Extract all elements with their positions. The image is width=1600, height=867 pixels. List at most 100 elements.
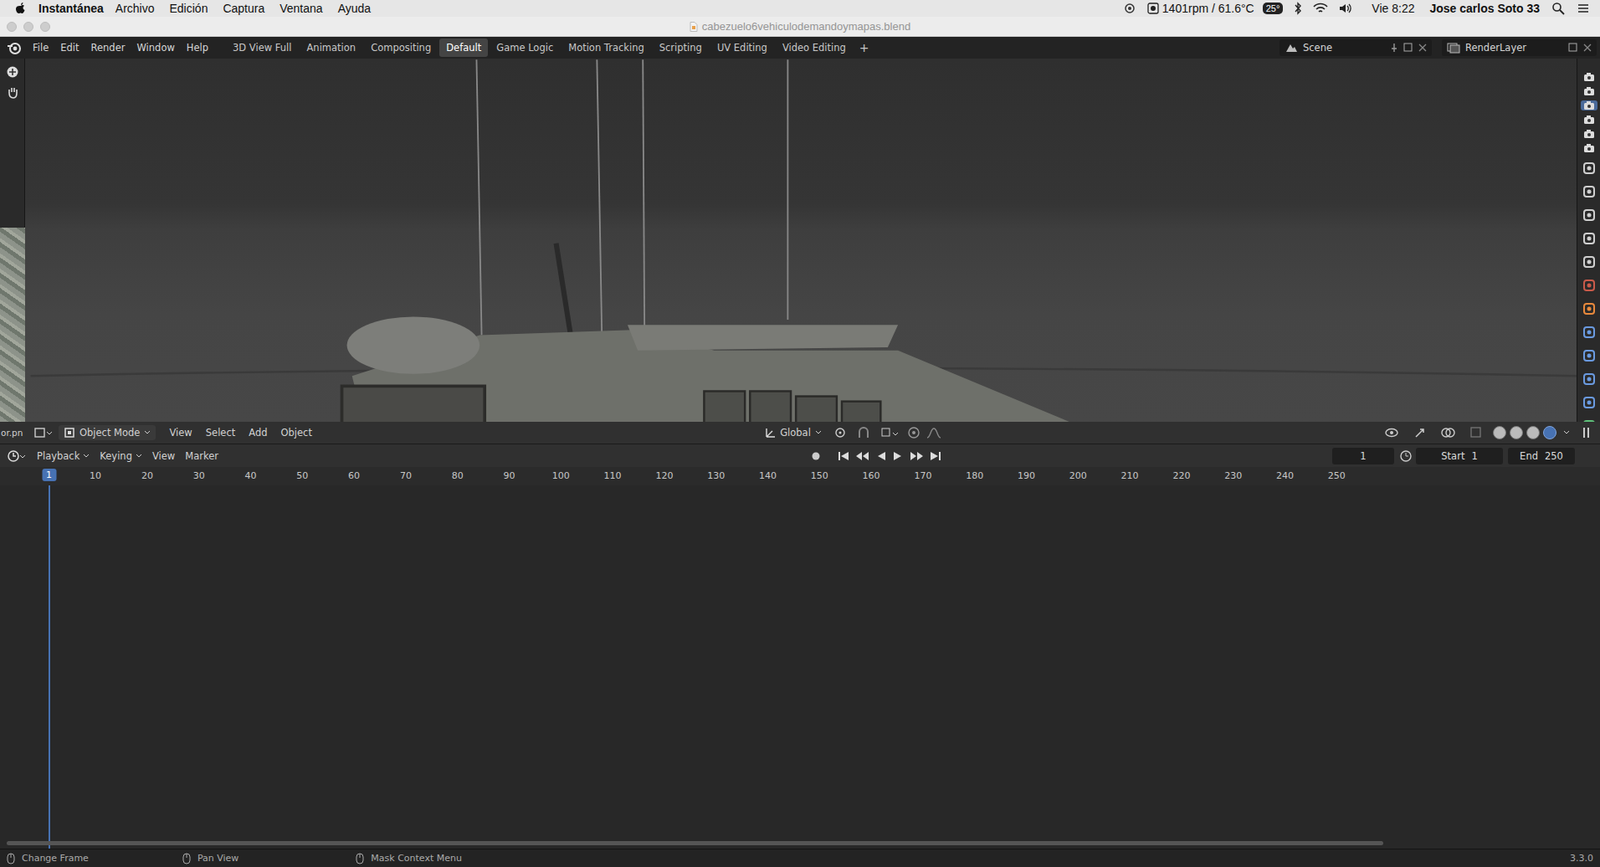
current-frame-value[interactable]: 1 [1359,450,1366,462]
volume-icon[interactable] [1338,2,1354,15]
end-value[interactable]: 250 [1544,450,1564,462]
timeline-menu-label[interactable]: Keying [99,450,133,462]
workspace-tab[interactable]: Game Logic [489,38,560,57]
timeline-menu[interactable]: View [147,448,180,464]
new-scene-icon[interactable] [1403,42,1414,53]
start-frame-field[interactable]: Start1 [1415,447,1503,465]
playhead[interactable]: 1 [41,468,57,482]
proportional-edit-icon[interactable] [907,425,921,440]
next-keyframe-icon[interactable] [908,449,924,463]
workspace-tab[interactable]: Animation [299,38,363,57]
chevron-icon[interactable] [815,430,822,436]
timeline-scrollbar[interactable] [6,841,1384,846]
workspace-tab-label[interactable]: Default [446,41,482,54]
bluetooth-icon[interactable] [1292,1,1303,16]
mac-menu-item[interactable]: Captura [222,1,265,16]
render-slot-tab[interactable] [1580,100,1598,111]
properties-tab-icon[interactable] [1582,231,1596,246]
shading-mode-button[interactable] [1543,425,1557,440]
playhead-line[interactable] [48,485,51,849]
viewport-menu-item[interactable]: Select [199,425,242,441]
mac-menu-item[interactable]: Ventana [279,1,323,16]
topbar-menu-item[interactable]: Help [180,39,215,57]
timeline-menu[interactable]: Keying [94,448,148,464]
render-slot-tab[interactable] [1580,128,1598,139]
gizmo-icon[interactable] [1412,425,1433,440]
end-frame-field[interactable]: End250 [1507,447,1575,465]
overlays-icon[interactable] [1441,425,1462,440]
preview-range-icon[interactable] [1399,449,1413,463]
chevron-icon[interactable] [143,430,151,436]
start-value[interactable]: 1 [1471,450,1477,462]
workspace-tab[interactable]: Default [439,38,488,57]
scene-name[interactable]: Scene [1302,41,1385,54]
transform-orientation[interactable]: Global [758,425,827,441]
xray-icon[interactable] [1469,425,1487,440]
mac-menu-item[interactable]: Edición [169,1,209,16]
record-icon[interactable] [806,449,826,463]
traffic-light-button[interactable] [40,21,51,32]
mac-menu-item[interactable]: Archivo [115,1,155,16]
timeline-menu[interactable]: Playback [31,448,95,464]
camera-icon[interactable] [1583,71,1595,83]
timeline-menu[interactable]: Marker [179,448,224,464]
workspace-tab-label[interactable]: UV Editing [717,41,768,54]
3d-viewport[interactable] [25,58,1577,422]
new-layer-icon[interactable] [1568,42,1579,53]
remove-scene-icon[interactable] [1418,43,1427,52]
topbar-menu-item[interactable]: File [26,39,55,57]
user-name[interactable]: Jose carlos Soto 33 [1429,1,1540,16]
shading-mode-button[interactable] [1526,425,1540,440]
axes-icon[interactable] [764,426,776,439]
timeline-ruler[interactable]: 1020304050607080901001101201301401501601… [0,466,1600,486]
temperature-badge[interactable]: 25° [1262,2,1284,15]
jump-end-icon[interactable] [928,449,943,463]
add-workspace-button[interactable]: + [852,41,877,55]
timeline-menu-label[interactable]: Marker [184,450,219,462]
topbar-menu-item[interactable]: Edit [54,39,85,57]
workspace-tab[interactable]: Motion Tracking [561,38,652,57]
app-name[interactable]: Instantánea [38,1,104,16]
workspace-tab[interactable]: 3D View Full [225,38,298,57]
viewport-menu-item[interactable]: Object [274,425,319,441]
vehicle-render[interactable] [25,58,1577,422]
properties-tab-icon[interactable] [1582,255,1596,269]
workspace-tab-label[interactable]: Compositing [370,41,431,54]
jump-start-icon[interactable] [836,449,851,463]
control-center-icon[interactable] [1576,2,1590,15]
view-layer-name[interactable]: RenderLayer [1465,41,1564,54]
clock-editor-icon[interactable] [6,449,27,463]
properties-tab-icon[interactable] [1582,325,1596,339]
render-slot-tab[interactable] [1580,71,1598,83]
viewport-menu-item[interactable]: Add [241,425,274,441]
timeline-body[interactable] [0,485,1600,849]
topbar-menu-item[interactable]: Render [85,39,132,57]
mac-menu-item[interactable]: Ayuda [338,1,371,16]
camera-icon[interactable] [1583,143,1595,154]
sidebar-toggle-icon[interactable] [1579,425,1594,440]
traffic-light-button[interactable] [23,21,34,32]
image-name[interactable]: or.pn [0,427,23,438]
render-slot-tab[interactable] [1580,86,1598,97]
chevron-icon[interactable] [82,453,90,459]
viewport-menu-item[interactable]: View [162,425,199,441]
workspace-tab-label[interactable]: Scripting [659,41,703,54]
view-layer-icon[interactable] [1446,41,1461,54]
workspace-tab-label[interactable]: Animation [306,41,356,54]
search-icon[interactable] [1551,1,1565,16]
workspace-tab[interactable]: Scripting [652,38,709,57]
pin-icon[interactable] [1389,42,1399,53]
current-frame-field[interactable]: 1 [1332,447,1395,465]
fan-status[interactable]: 1401rpm / 61.6°C [1147,1,1255,16]
workspace-tab-label[interactable]: Motion Tracking [568,41,645,54]
snap-icon[interactable] [856,425,876,440]
workspace-tab-label[interactable]: Video Editing [782,41,847,54]
camera-icon[interactable] [1583,100,1595,111]
properties-tab-icon[interactable] [1582,372,1596,386]
render-slot-tab[interactable] [1580,143,1598,154]
properties-tab-icon[interactable] [1582,348,1596,363]
editor-type-icon[interactable] [33,425,52,440]
properties-tab-icon[interactable] [1582,161,1596,175]
properties-tab-icon[interactable] [1582,278,1596,293]
snap-target-icon[interactable] [880,425,899,440]
